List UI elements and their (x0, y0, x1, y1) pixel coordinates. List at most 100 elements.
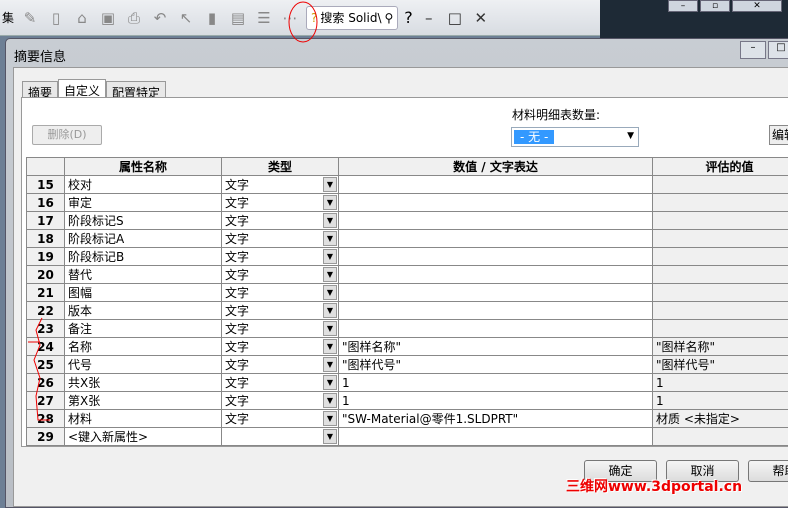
row-number[interactable]: 27 (27, 392, 65, 410)
row-number[interactable]: 22 (27, 302, 65, 320)
value-cell[interactable] (339, 194, 653, 212)
type-cell[interactable]: 文字▼ (222, 374, 339, 392)
type-cell[interactable]: 文字▼ (222, 392, 339, 410)
type-cell[interactable]: 文字▼ (222, 302, 339, 320)
type-cell[interactable]: 文字▼ (222, 356, 339, 374)
chevron-down-icon[interactable]: ▼ (323, 195, 337, 210)
edit-list-button[interactable]: 编辑 (769, 125, 788, 145)
value-cell[interactable] (339, 320, 653, 338)
chevron-down-icon[interactable]: ▼ (323, 249, 337, 264)
close-icon[interactable]: ✕ (732, 0, 782, 12)
header-corner[interactable] (27, 158, 65, 176)
chevron-down-icon[interactable]: ▼ (323, 177, 337, 192)
value-cell[interactable]: "SW-Material@零件1.SLDPRT" (339, 410, 653, 428)
value-cell[interactable] (339, 212, 653, 230)
chevron-down-icon[interactable]: ▼ (323, 411, 337, 426)
row-number[interactable]: 18 (27, 230, 65, 248)
property-name-cell[interactable]: 共X张 (65, 374, 222, 392)
property-name-cell[interactable]: 版本 (65, 302, 222, 320)
row-number[interactable]: 21 (27, 284, 65, 302)
property-name-cell[interactable]: 第X张 (65, 392, 222, 410)
type-cell[interactable]: 文字▼ (222, 248, 339, 266)
restore-icon[interactable]: ▫ (700, 0, 730, 12)
chevron-down-icon[interactable]: ▼ (323, 285, 337, 300)
open-file-icon[interactable]: ⌂ (72, 9, 92, 27)
chevron-down-icon[interactable]: ▼ (323, 321, 337, 336)
close-icon[interactable]: ✕ (471, 9, 491, 27)
help-button[interactable]: 帮助 (748, 460, 788, 482)
row-number[interactable]: 16 (27, 194, 65, 212)
property-name-cell[interactable]: 图幅 (65, 284, 222, 302)
property-name-cell[interactable]: 替代 (65, 266, 222, 284)
value-cell[interactable] (339, 266, 653, 284)
search-icon[interactable]: ⚲ (385, 11, 394, 25)
property-name-cell[interactable]: 材料 (65, 410, 222, 428)
value-cell[interactable] (339, 230, 653, 248)
value-cell[interactable] (339, 284, 653, 302)
type-cell[interactable]: 文字▼ (222, 230, 339, 248)
value-cell[interactable]: "图样名称" (339, 338, 653, 356)
value-cell[interactable]: "图样代号" (339, 356, 653, 374)
row-number[interactable]: 23 (27, 320, 65, 338)
restore-icon[interactable]: □ (445, 9, 465, 27)
value-cell[interactable]: 1 (339, 374, 653, 392)
row-number[interactable]: 17 (27, 212, 65, 230)
chevron-down-icon[interactable]: ▼ (323, 213, 337, 228)
chevron-down-icon[interactable]: ▼ (323, 357, 337, 372)
type-cell[interactable]: 文字▼ (222, 284, 339, 302)
row-number[interactable]: 25 (27, 356, 65, 374)
property-name-cell[interactable]: 阶段标记A (65, 230, 222, 248)
property-name-cell[interactable]: 代号 (65, 356, 222, 374)
value-cell[interactable] (339, 176, 653, 194)
value-cell[interactable] (339, 428, 653, 446)
rebuild-icon[interactable]: ▮ (202, 9, 222, 27)
value-cell[interactable] (339, 248, 653, 266)
chevron-down-icon[interactable]: ▼ (323, 303, 337, 318)
row-number[interactable]: 24 (27, 338, 65, 356)
property-name-cell[interactable]: 备注 (65, 320, 222, 338)
undo-icon[interactable]: ↶ (150, 9, 170, 27)
property-name-cell[interactable]: <键入新属性> (65, 428, 222, 446)
type-cell[interactable]: 文字▼ (222, 194, 339, 212)
row-number[interactable]: 20 (27, 266, 65, 284)
print-icon[interactable]: ⎙ (124, 9, 144, 27)
pin-icon[interactable]: ✎ (20, 9, 40, 27)
row-number[interactable]: 28 (27, 410, 65, 428)
chevron-down-icon[interactable]: ▼ (323, 339, 337, 354)
minimize-icon[interactable]: – (419, 9, 439, 27)
save-icon[interactable]: ▣ (98, 9, 118, 27)
property-name-cell[interactable]: 阶段标记B (65, 248, 222, 266)
row-number[interactable]: 26 (27, 374, 65, 392)
maximize-icon[interactable]: □ (768, 41, 788, 59)
delete-button[interactable]: 删除(D) (32, 125, 102, 145)
chevron-down-icon[interactable]: ▼ (323, 429, 337, 444)
minimize-icon[interactable]: – (740, 41, 766, 59)
row-number[interactable]: 15 (27, 176, 65, 194)
chevron-down-icon[interactable]: ▼ (323, 393, 337, 408)
select-icon[interactable]: ↖ (176, 9, 196, 27)
bom-quantity-select[interactable]: - 无 - ▼ (511, 127, 639, 147)
more-icon[interactable]: ⋯ (280, 9, 300, 27)
search-box[interactable]: ? 搜索 Solid\ ⚲ (306, 6, 398, 30)
minimize-icon[interactable]: – (668, 0, 698, 12)
help-menu[interactable]: ? (404, 8, 413, 27)
type-cell[interactable]: ▼ (222, 428, 339, 446)
chevron-down-icon[interactable]: ▼ (323, 375, 337, 390)
type-cell[interactable]: 文字▼ (222, 176, 339, 194)
chevron-down-icon[interactable]: ▼ (323, 231, 337, 246)
property-name-cell[interactable]: 审定 (65, 194, 222, 212)
file-properties-icon[interactable]: ▤ (228, 9, 248, 27)
options-icon[interactable]: ☰ (254, 9, 274, 27)
chevron-down-icon[interactable]: ▼ (323, 267, 337, 282)
row-number[interactable]: 19 (27, 248, 65, 266)
type-cell[interactable]: 文字▼ (222, 266, 339, 284)
type-cell[interactable]: 文字▼ (222, 338, 339, 356)
type-cell[interactable]: 文字▼ (222, 320, 339, 338)
row-number[interactable]: 29 (27, 428, 65, 446)
type-cell[interactable]: 文字▼ (222, 212, 339, 230)
new-file-icon[interactable]: ▯ (46, 9, 66, 27)
property-name-cell[interactable]: 校对 (65, 176, 222, 194)
value-cell[interactable]: 1 (339, 392, 653, 410)
value-cell[interactable] (339, 302, 653, 320)
property-name-cell[interactable]: 阶段标记S (65, 212, 222, 230)
